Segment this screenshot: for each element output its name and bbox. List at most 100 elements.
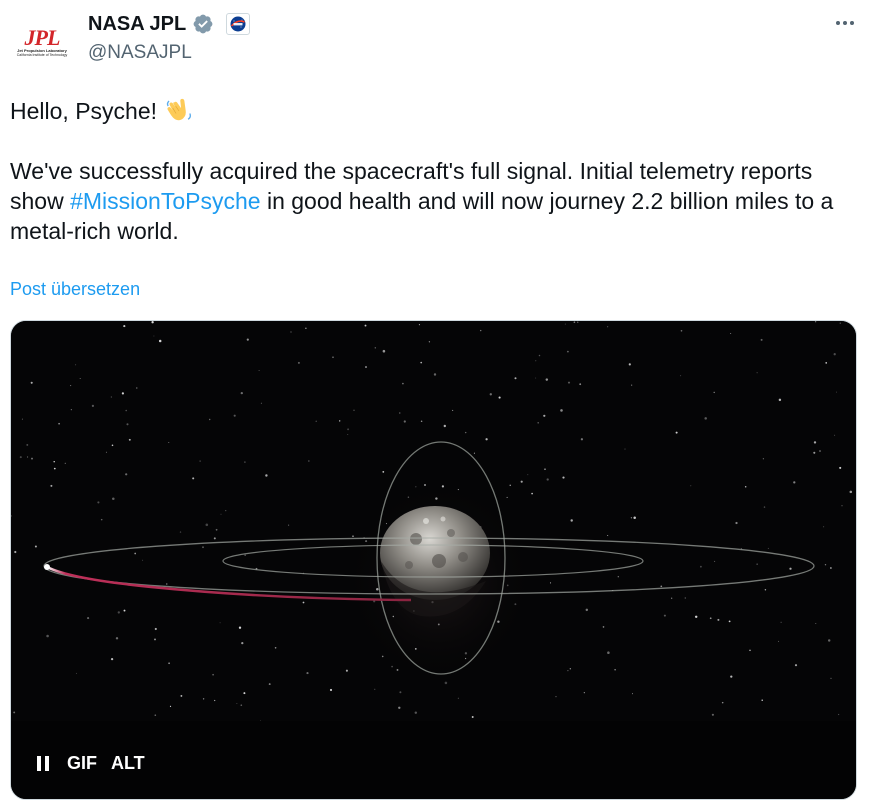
star [332, 356, 334, 359]
star [192, 477, 195, 480]
star [443, 424, 446, 428]
author-name-row: NASA JPL [88, 11, 251, 37]
star [199, 460, 201, 462]
star [849, 490, 853, 494]
star [514, 377, 517, 380]
star [824, 564, 827, 566]
gif-label: GIF [67, 753, 97, 773]
star [125, 409, 128, 412]
star [424, 484, 426, 486]
author-handle[interactable]: @NASAJPL [88, 42, 192, 64]
star [117, 611, 120, 614]
star [728, 620, 731, 623]
star [756, 372, 758, 374]
star [763, 506, 766, 508]
star [717, 618, 720, 621]
translate-post-link[interactable]: Post übersetzen [10, 279, 140, 300]
tweet-greeting: Hello, Psyche! [10, 96, 860, 126]
star [154, 638, 156, 641]
star [535, 360, 537, 362]
star [607, 651, 610, 654]
star [839, 322, 841, 324]
gif-media[interactable]: GIF ALT [10, 320, 857, 800]
star [306, 672, 309, 675]
greeting-text: Hello, Psyche! [10, 98, 164, 124]
star [778, 398, 782, 402]
star [535, 377, 537, 379]
star [214, 699, 216, 702]
star [709, 617, 712, 620]
star [382, 471, 385, 473]
star [834, 434, 836, 436]
star [538, 354, 541, 357]
star [297, 361, 300, 364]
alt-text-button[interactable]: ALT [111, 753, 145, 774]
star [520, 480, 523, 483]
star [841, 505, 843, 507]
star [125, 473, 128, 476]
star [837, 713, 840, 716]
star [382, 349, 386, 353]
star [268, 683, 271, 686]
star [544, 468, 546, 470]
star [110, 396, 113, 398]
star [580, 438, 584, 441]
star [546, 478, 549, 481]
star [617, 576, 619, 578]
star [735, 521, 738, 525]
star [489, 393, 492, 396]
media-controls: GIF ALT [37, 753, 145, 774]
star [391, 665, 393, 668]
avatar[interactable]: JPL Jet Propulsion Laboratory California… [10, 10, 74, 74]
star [780, 621, 782, 623]
hashtag-link-missiontopsyche[interactable]: #MissionToPsyche [70, 188, 260, 214]
star [243, 692, 246, 695]
star [50, 484, 53, 487]
star [329, 688, 333, 692]
star [402, 382, 404, 385]
star [630, 517, 633, 519]
star [762, 458, 765, 460]
star [347, 434, 349, 435]
star [26, 443, 29, 446]
star [123, 609, 126, 612]
star [827, 639, 831, 642]
star [208, 418, 211, 421]
star [166, 583, 168, 585]
star [219, 622, 221, 624]
star [527, 474, 529, 476]
star [288, 524, 290, 526]
star [339, 420, 341, 422]
star [70, 385, 72, 387]
more-options-button[interactable] [830, 12, 860, 34]
star [240, 391, 243, 395]
star [835, 391, 838, 393]
star [694, 615, 698, 619]
avatar-logo-line2: California Institute of Technology [16, 52, 68, 57]
star [607, 326, 609, 328]
star [244, 461, 246, 463]
star [179, 531, 182, 533]
star [839, 466, 842, 469]
star [302, 601, 305, 604]
star [115, 637, 119, 640]
display-name[interactable]: NASA JPL [88, 13, 186, 36]
star [265, 474, 268, 477]
star [567, 350, 569, 353]
nasa-logo-icon[interactable] [226, 13, 251, 35]
star [452, 409, 454, 411]
star [761, 699, 763, 701]
star [75, 672, 77, 674]
star [823, 526, 825, 528]
star [244, 554, 246, 556]
star [614, 669, 616, 671]
star [545, 378, 549, 381]
star [91, 404, 95, 408]
star [154, 627, 157, 631]
star [134, 552, 137, 555]
star [53, 467, 56, 470]
pause-icon[interactable] [37, 754, 53, 774]
star [714, 560, 716, 562]
star [632, 693, 633, 695]
psyche-orbit-animation [11, 321, 856, 799]
